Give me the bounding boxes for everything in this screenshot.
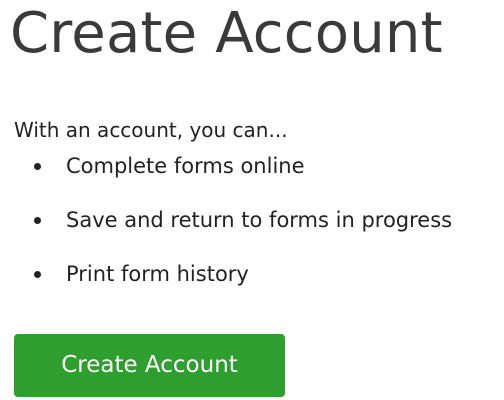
bullet-icon (34, 217, 41, 224)
benefit-item-complete-forms: Complete forms online (0, 152, 504, 206)
bullet-icon (34, 163, 41, 170)
intro-text: With an account, you can... (14, 118, 288, 142)
benefit-text: Complete forms online (66, 154, 305, 178)
bullet-icon (34, 271, 41, 278)
benefit-text: Save and return to forms in progress (66, 208, 453, 232)
benefit-item-save-return: Save and return to forms in progress (0, 206, 504, 260)
benefits-list: Complete forms online Save and return to… (0, 152, 504, 314)
create-account-button[interactable]: Create Account (14, 334, 285, 397)
benefit-item-print-history: Print form history (0, 260, 504, 314)
benefit-text: Print form history (66, 262, 249, 286)
page-title: Create Account (10, 1, 443, 66)
